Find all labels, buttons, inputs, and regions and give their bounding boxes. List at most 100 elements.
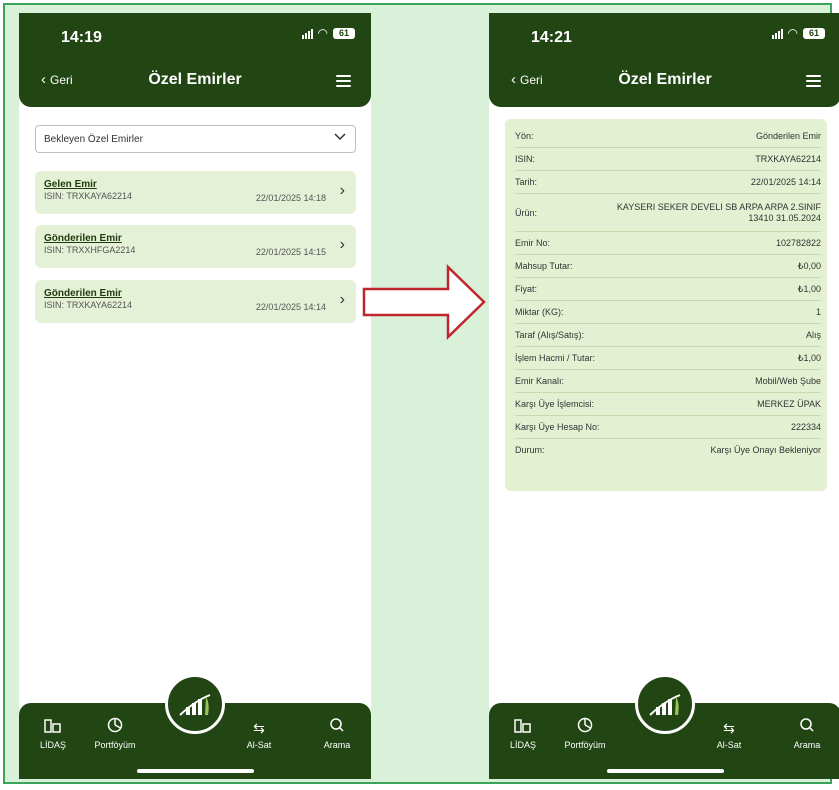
building-icon: [495, 717, 551, 739]
phone-screen-list: 14:19 ◠ 61 ‹ Geri Özel Emirler Bekleyen …: [19, 13, 371, 779]
detail-label: Karşı Üye İşlemcisi:: [515, 399, 595, 409]
phone-screen-detail: 14:21 ◠ 61 ‹ Geri Özel Emirler Yön: Gönde…: [489, 13, 839, 779]
tab-label: LİDAŞ: [509, 740, 536, 750]
comparison-frame: 14:19 ◠ 61 ‹ Geri Özel Emirler Bekleyen …: [3, 3, 839, 784]
order-list-item[interactable]: Gönderilen Emir ISIN: TRXXHFGA2214 22/01…: [35, 225, 356, 268]
detail-label: Durum:: [515, 445, 545, 455]
detail-label: Ürün:: [515, 207, 538, 218]
order-isin: ISIN: TRXXHFGA2214: [44, 245, 136, 255]
detail-row: Miktar (KG): 1: [515, 301, 821, 324]
order-list-item[interactable]: Gelen Emir ISIN: TRXKAYA62214 22/01/2025…: [35, 171, 356, 214]
status-time: 14:19: [61, 29, 102, 46]
detail-row: Taraf (Alış/Satış): Alış: [515, 324, 821, 347]
detail-value: TRXKAYA62214: [755, 154, 821, 164]
hamburger-menu-icon[interactable]: [336, 75, 351, 90]
detail-row: Durum: Karşı Üye Onayı Bekleniyor: [515, 439, 821, 461]
pie-chart-icon: [557, 717, 613, 739]
detail-row: Yön: Gönderilen Emir: [515, 125, 821, 148]
order-date: 22/01/2025 14:18: [255, 193, 326, 203]
tab-label: Al-Sat: [246, 740, 272, 750]
wheat-logo-icon: [179, 694, 211, 716]
detail-value: 222334: [790, 422, 821, 432]
home-indicator: [137, 769, 254, 773]
tab-label: Arama: [323, 740, 351, 750]
detail-label: İşlem Hacmi / Tutar:: [515, 353, 596, 363]
detail-label: Tarih:: [515, 177, 538, 187]
detail-value: MERKEZ ÜPAK: [757, 399, 821, 409]
detail-value: ₺0,00: [797, 260, 821, 271]
building-icon: [25, 717, 81, 739]
detail-row: Ürün: KAYSERI SEKER DEVELI SB ARPA ARPA 2…: [515, 194, 821, 232]
search-icon: [779, 717, 835, 739]
tab-label: Al-Sat: [716, 740, 742, 750]
order-title: Gönderilen Emir: [44, 233, 122, 244]
order-filter-select[interactable]: Bekleyen Özel Emirler: [35, 125, 356, 153]
detail-row: Karşı Üye Hesap No: 222334: [515, 416, 821, 439]
order-date: 22/01/2025 14:14: [255, 302, 326, 312]
detail-label: Yön:: [515, 131, 534, 141]
detail-row: Mahsup Tutar: ₺0,00: [515, 255, 821, 278]
tab-lidas[interactable]: LİDAŞ: [25, 717, 81, 750]
wheat-logo-icon: [649, 694, 681, 716]
detail-row: Tarih: 22/01/2025 14:14: [515, 171, 821, 194]
order-list-item[interactable]: Gönderilen Emir ISIN: TRXKAYA62214 22/01…: [35, 280, 356, 323]
app-header: 14:21 ◠ 61 ‹ Geri Özel Emirler: [489, 13, 839, 107]
tab-label: Arama: [793, 740, 821, 750]
tab-search[interactable]: Arama: [779, 717, 835, 750]
tab-label: Portföyüm: [564, 740, 606, 750]
detail-label: ISIN:: [515, 154, 536, 164]
pie-chart-icon: [87, 717, 143, 739]
tab-label: Portföyüm: [94, 740, 136, 750]
detail-label: Karşı Üye Hesap No:: [515, 422, 600, 432]
tab-search[interactable]: Arama: [309, 717, 365, 750]
wifi-icon: ◠: [787, 26, 798, 40]
status-time: 14:21: [531, 29, 572, 46]
signal-icon: [301, 28, 313, 39]
app-header: 14:19 ◠ 61 ‹ Geri Özel Emirler: [19, 13, 371, 107]
chevron-right-icon: ›: [339, 182, 345, 199]
chevron-right-icon: ›: [339, 291, 345, 308]
detail-row: Karşı Üye İşlemcisi: MERKEZ ÜPAK: [515, 393, 821, 416]
detail-value: ₺1,00: [797, 283, 821, 294]
tab-al-sat[interactable]: ⇆ Al-Sat: [701, 717, 757, 750]
detail-value: Mobil/Web Şube: [755, 376, 821, 386]
search-icon: [309, 717, 365, 739]
status-icons: ◠ 61: [301, 26, 355, 40]
order-detail-card: Yön: Gönderilen Emir ISIN: TRXKAYA62214 Ta…: [505, 119, 827, 491]
transition-arrow-icon: [362, 264, 486, 340]
swap-arrows-icon: ⇆: [253, 720, 265, 736]
tab-al-sat[interactable]: ⇆ Al-Sat: [231, 717, 287, 750]
order-date: 22/01/2025 14:15: [255, 247, 326, 257]
detail-value: KAYSERI SEKER DEVELI SB ARPA ARPA 2.SINI…: [616, 201, 821, 223]
order-title: Gelen Emir: [44, 179, 97, 190]
tab-label: LİDAŞ: [39, 740, 66, 750]
detail-value: Alış: [805, 330, 821, 340]
page-title: Özel Emirler: [148, 71, 242, 88]
detail-row: İşlem Hacmi / Tutar: ₺1,00: [515, 347, 821, 370]
detail-label: Fiyat:: [515, 284, 538, 294]
wifi-icon: ◠: [317, 26, 328, 40]
detail-value: Gönderilen Emir: [755, 131, 821, 141]
detail-row: Fiyat: ₺1,00: [515, 278, 821, 301]
order-filter-value: Bekleyen Özel Emirler: [44, 133, 143, 145]
detail-label: Mahsup Tutar:: [515, 261, 573, 271]
tab-portfolio[interactable]: Portföyüm: [557, 717, 613, 750]
tab-lidas[interactable]: LİDAŞ: [495, 717, 551, 750]
detail-label: Emir Kanalı:: [515, 376, 565, 386]
center-logo-button[interactable]: [165, 674, 225, 734]
detail-value: Karşı Üye Onayı Bekleniyor: [710, 445, 821, 455]
detail-label: Emir No:: [515, 238, 551, 248]
detail-label: Miktar (KG):: [515, 307, 564, 317]
detail-value: 22/01/2025 14:14: [750, 177, 821, 187]
detail-label: Taraf (Alış/Satış):: [515, 330, 585, 340]
detail-row: ISIN: TRXKAYA62214: [515, 148, 821, 171]
detail-value: 1: [815, 307, 821, 317]
signal-icon: [771, 28, 783, 39]
tab-portfolio[interactable]: Portföyüm: [87, 717, 143, 750]
chevron-down-icon: [334, 133, 346, 141]
center-logo-button[interactable]: [635, 674, 695, 734]
hamburger-menu-icon[interactable]: [806, 75, 821, 90]
detail-row: Emir Kanalı: Mobil/Web Şube: [515, 370, 821, 393]
detail-row: Emir No: 102782822: [515, 232, 821, 255]
order-isin: ISIN: TRXKAYA62214: [44, 191, 133, 201]
